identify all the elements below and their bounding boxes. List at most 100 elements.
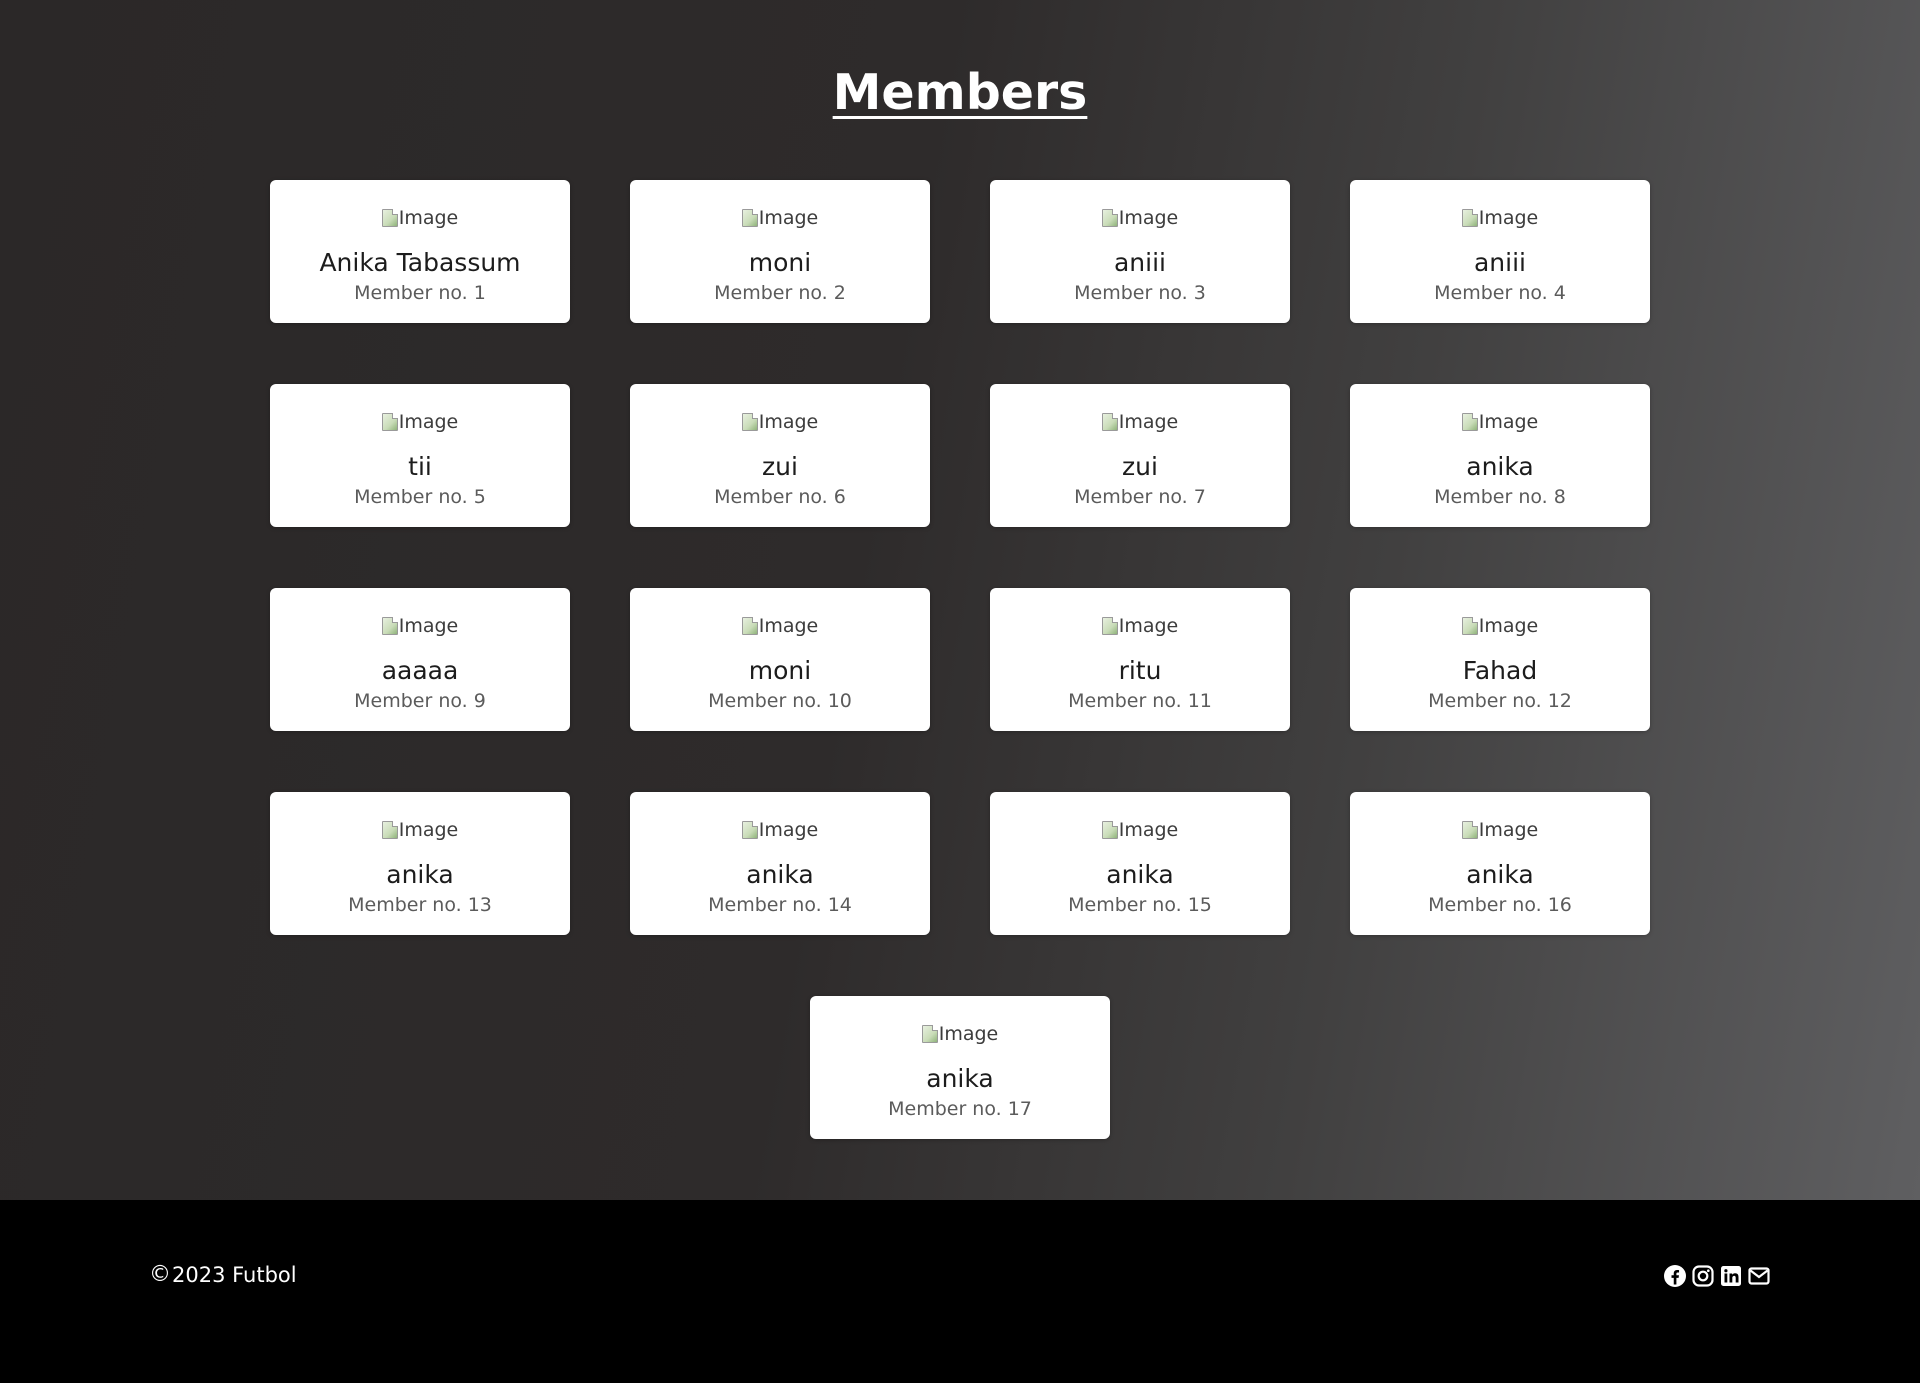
member-name: ritu bbox=[1118, 656, 1162, 685]
member-card[interactable]: Image zui Member no. 6 bbox=[630, 384, 930, 527]
member-image: Image bbox=[1101, 204, 1179, 232]
member-card[interactable]: Image anika Member no. 13 bbox=[270, 792, 570, 935]
broken-image-icon bbox=[741, 617, 758, 635]
member-grid: Image Anika Tabassum Member no. 1 Image … bbox=[270, 180, 1650, 1139]
member-number: Member no. 4 bbox=[1434, 282, 1566, 304]
broken-image-icon bbox=[381, 209, 398, 227]
member-number: Member no. 3 bbox=[1074, 282, 1206, 304]
members-section: Members Image Anika Tabassum Member no. … bbox=[0, 0, 1920, 1200]
member-number: Member no. 5 bbox=[354, 486, 486, 508]
member-image-alt: Image bbox=[1118, 207, 1179, 229]
member-card[interactable]: Image anika Member no. 16 bbox=[1350, 792, 1650, 935]
broken-image-icon bbox=[1101, 821, 1118, 839]
social-links bbox=[1663, 1264, 1771, 1288]
member-image: Image bbox=[1461, 612, 1539, 640]
member-image-alt: Image bbox=[398, 411, 459, 433]
member-name: zui bbox=[1122, 452, 1158, 481]
member-image: Image bbox=[921, 1020, 999, 1048]
member-card[interactable]: Image anika Member no. 8 bbox=[1350, 384, 1650, 527]
member-number: Member no. 17 bbox=[888, 1098, 1032, 1120]
broken-image-icon bbox=[381, 821, 398, 839]
copyright: © 2023 Futbol bbox=[149, 1262, 297, 1287]
member-name: Fahad bbox=[1462, 656, 1538, 685]
member-image-alt: Image bbox=[938, 1023, 999, 1045]
member-name: tii bbox=[408, 452, 432, 481]
member-name: aaaaa bbox=[381, 656, 459, 685]
envelope-icon[interactable] bbox=[1747, 1264, 1771, 1288]
member-name: anika bbox=[746, 860, 814, 889]
member-name: aniii bbox=[1473, 248, 1526, 277]
member-number: Member no. 10 bbox=[708, 690, 852, 712]
member-image-alt: Image bbox=[758, 411, 819, 433]
member-image: Image bbox=[1461, 408, 1538, 436]
broken-image-icon bbox=[1461, 413, 1478, 431]
member-image-alt: Image bbox=[398, 207, 459, 229]
member-card[interactable]: Image aniii Member no. 3 bbox=[990, 180, 1290, 323]
member-card[interactable]: Image ritu Member no. 11 bbox=[990, 588, 1290, 731]
member-number: Member no. 15 bbox=[1068, 894, 1212, 916]
broken-image-icon bbox=[1461, 821, 1478, 839]
member-card[interactable]: Image Anika Tabassum Member no. 1 bbox=[270, 180, 570, 323]
member-image: Image bbox=[381, 612, 459, 640]
linkedin-icon[interactable] bbox=[1719, 1264, 1743, 1288]
member-name: anika bbox=[1466, 452, 1534, 481]
broken-image-icon bbox=[741, 209, 758, 227]
member-image-alt: Image bbox=[758, 819, 819, 841]
member-image: Image bbox=[381, 408, 459, 436]
copyright-text: 2023 Futbol bbox=[172, 1262, 297, 1287]
member-image-alt: Image bbox=[1118, 411, 1179, 433]
member-image: Image bbox=[741, 204, 819, 232]
member-number: Member no. 8 bbox=[1434, 486, 1566, 508]
member-name: anika bbox=[926, 1064, 994, 1093]
member-number: Member no. 14 bbox=[708, 894, 852, 916]
footer: © 2023 Futbol bbox=[0, 1200, 1920, 1385]
page-title-text: Members bbox=[832, 64, 1088, 121]
broken-image-icon bbox=[741, 413, 758, 431]
broken-image-icon bbox=[1461, 209, 1478, 227]
member-name: anika bbox=[1106, 860, 1174, 889]
member-image: Image bbox=[1101, 408, 1179, 436]
member-card[interactable]: Image moni Member no. 2 bbox=[630, 180, 930, 323]
member-card[interactable]: Image tii Member no. 5 bbox=[270, 384, 570, 527]
broken-image-icon bbox=[1101, 413, 1118, 431]
member-image: Image bbox=[1461, 204, 1538, 232]
member-number: Member no. 12 bbox=[1428, 690, 1572, 712]
member-image-alt: Image bbox=[398, 615, 459, 637]
instagram-icon[interactable] bbox=[1691, 1264, 1715, 1288]
member-name: anika bbox=[386, 860, 454, 889]
member-name: Anika Tabassum bbox=[319, 248, 521, 277]
member-image: Image bbox=[1461, 816, 1538, 844]
member-name: aniii bbox=[1113, 248, 1166, 277]
member-image: Image bbox=[1101, 816, 1179, 844]
member-image: Image bbox=[381, 816, 458, 844]
member-image-alt: Image bbox=[1118, 819, 1179, 841]
member-card[interactable]: Image zui Member no. 7 bbox=[990, 384, 1290, 527]
member-number: Member no. 16 bbox=[1428, 894, 1572, 916]
member-name: zui bbox=[762, 452, 798, 481]
member-image-alt: Image bbox=[1118, 615, 1179, 637]
member-card[interactable]: Image anika Member no. 15 bbox=[990, 792, 1290, 935]
member-image: Image bbox=[381, 204, 459, 232]
member-image: Image bbox=[741, 816, 819, 844]
broken-image-icon bbox=[741, 821, 758, 839]
member-card[interactable]: Image aniii Member no. 4 bbox=[1350, 180, 1650, 323]
member-number: Member no. 6 bbox=[714, 486, 846, 508]
facebook-icon[interactable] bbox=[1663, 1264, 1687, 1288]
member-image: Image bbox=[741, 408, 819, 436]
page-title: Members bbox=[0, 58, 1920, 128]
member-card[interactable]: Image moni Member no. 10 bbox=[630, 588, 930, 731]
member-name: anika bbox=[1466, 860, 1534, 889]
member-card[interactable]: Image Fahad Member no. 12 bbox=[1350, 588, 1650, 731]
member-number: Member no. 9 bbox=[354, 690, 486, 712]
broken-image-icon bbox=[381, 413, 398, 431]
member-number: Member no. 2 bbox=[714, 282, 846, 304]
member-name: moni bbox=[748, 248, 812, 277]
broken-image-icon bbox=[1461, 617, 1478, 635]
member-card[interactable]: Image anika Member no. 17 bbox=[810, 996, 1110, 1139]
member-name: moni bbox=[748, 656, 812, 685]
member-image-alt: Image bbox=[758, 207, 819, 229]
member-image-alt: Image bbox=[1478, 615, 1539, 637]
member-number: Member no. 13 bbox=[348, 894, 492, 916]
member-card[interactable]: Image anika Member no. 14 bbox=[630, 792, 930, 935]
member-card[interactable]: Image aaaaa Member no. 9 bbox=[270, 588, 570, 731]
